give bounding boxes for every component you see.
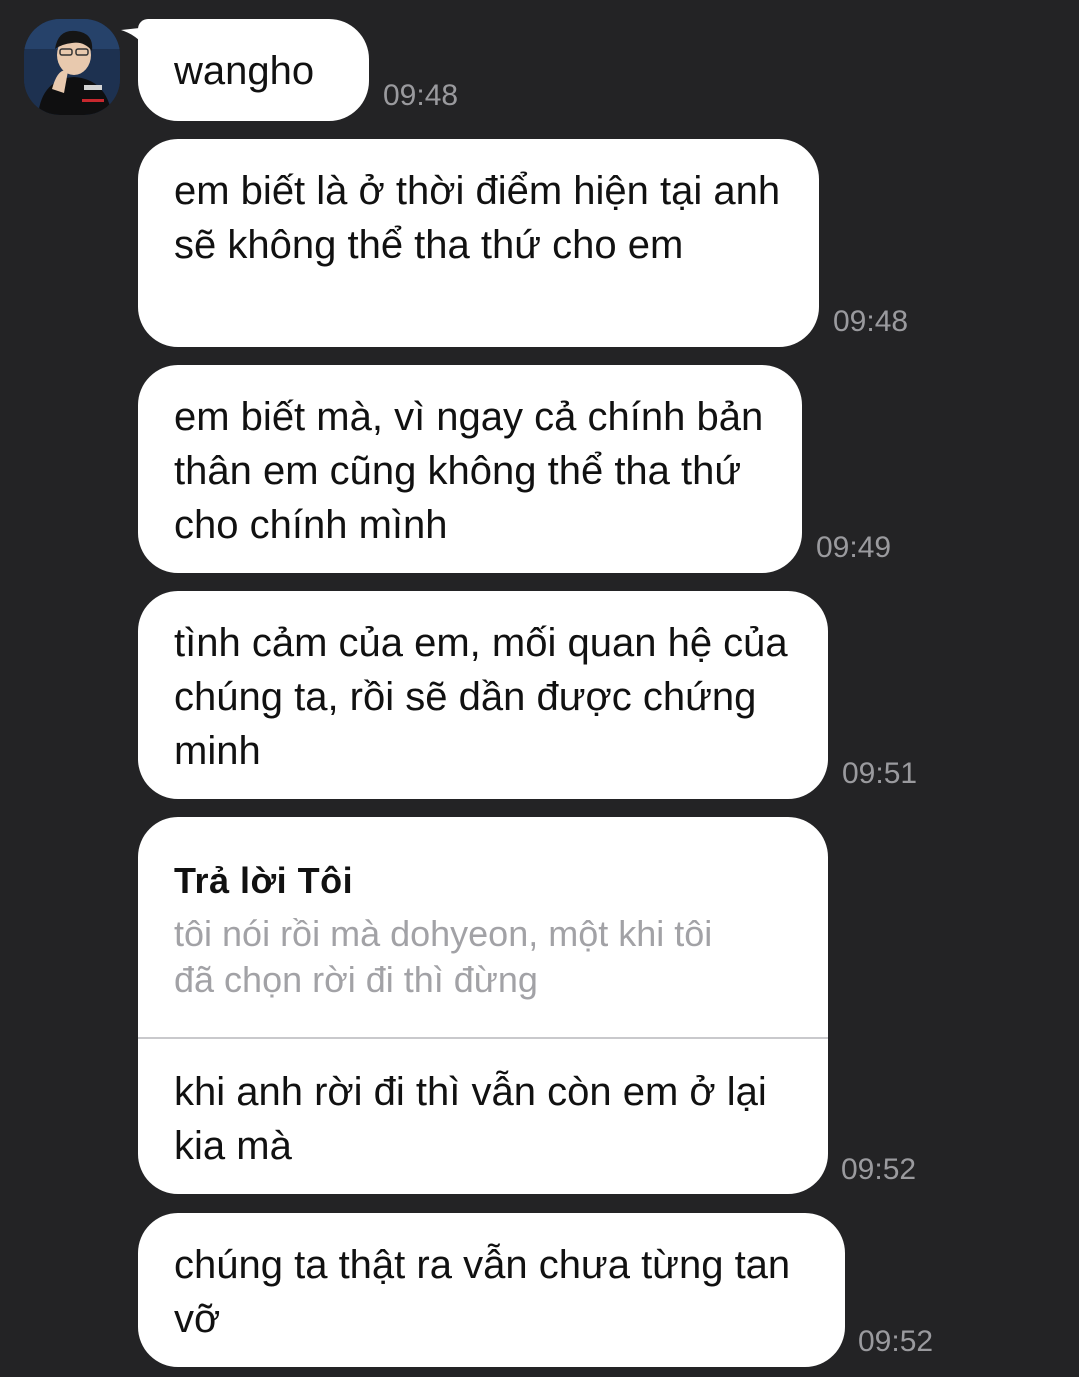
message-timestamp: 09:51 [842, 757, 918, 790]
message-text: tình cảm của em, mối quan hệ của chúng t… [174, 621, 788, 773]
message-bubble[interactable]: em biết là ở thời điểm hiện tại anh sẽ k… [138, 139, 819, 347]
reply-label: Trả lời Tôi [174, 860, 354, 901]
sender-avatar[interactable] [24, 19, 120, 115]
message-timestamp: 09:52 [858, 1325, 934, 1358]
message-bubble[interactable]: em biết mà, vì ngay cả chính bản thân em… [138, 365, 802, 573]
message-timestamp: 09:49 [816, 531, 892, 564]
message-timestamp: 09:48 [833, 305, 909, 338]
message-text: wangho [174, 49, 315, 93]
message-text: khi anh rời đi thì vẫn còn em ở lại kia … [174, 1070, 767, 1168]
chat-conversation: wangho 09:48 em biết là ở thời điểm hiện… [0, 0, 1079, 1377]
message-timestamp: 09:52 [841, 1153, 917, 1186]
reply-message-bubble[interactable]: Trả lời Tôi tôi nói rồi mà dohyeon, một … [138, 817, 828, 1194]
message-bubble[interactable]: wangho [138, 19, 369, 121]
message-text: chúng ta thật ra vẫn chưa từng tan vỡ [174, 1243, 791, 1341]
avatar-photo-icon [24, 19, 120, 115]
message-timestamp: 09:48 [383, 79, 459, 112]
reply-quote-block[interactable]: Trả lời Tôi tôi nói rồi mà dohyeon, một … [138, 817, 828, 1039]
message-bubble[interactable]: tình cảm của em, mối quan hệ của chúng t… [138, 591, 828, 799]
quoted-message-text: tôi nói rồi mà dohyeon, một khi tôi đã c… [174, 913, 713, 1000]
message-text: em biết mà, vì ngay cả chính bản thân em… [174, 395, 764, 547]
message-text: em biết là ở thời điểm hiện tại anh sẽ k… [174, 169, 781, 267]
message-bubble[interactable]: chúng ta thật ra vẫn chưa từng tan vỡ [138, 1213, 845, 1367]
